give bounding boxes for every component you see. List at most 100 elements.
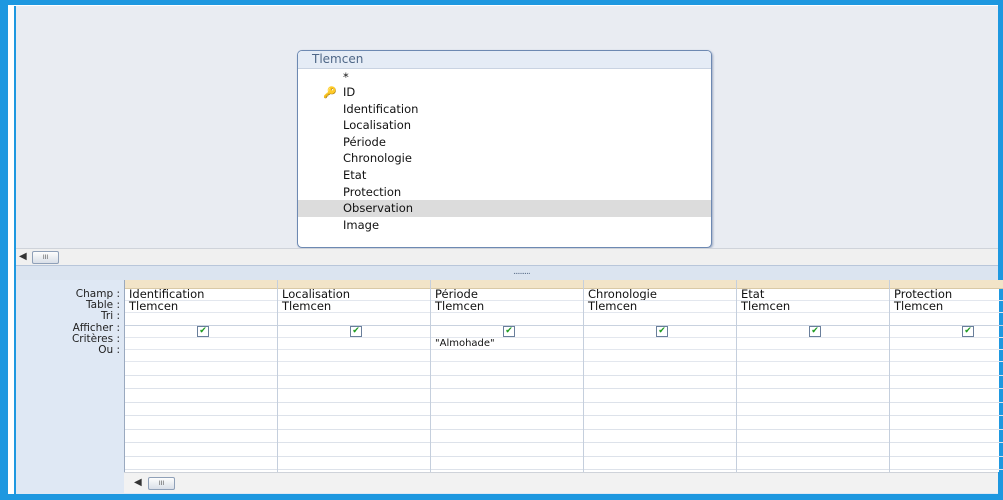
empty-criteria-row[interactable] bbox=[737, 389, 889, 403]
champ-cell[interactable]: Chronologie bbox=[584, 289, 736, 302]
column-selector[interactable] bbox=[890, 280, 1003, 289]
empty-criteria-row[interactable] bbox=[431, 376, 583, 390]
afficher-cell[interactable]: ✔ bbox=[431, 325, 583, 338]
tri-cell[interactable] bbox=[737, 313, 889, 326]
criteres-cell[interactable] bbox=[278, 338, 430, 350]
empty-criteria-row[interactable] bbox=[431, 416, 583, 430]
afficher-cell[interactable]: ✔ bbox=[125, 325, 277, 338]
empty-criteria-row[interactable] bbox=[584, 403, 736, 417]
empty-criteria-row[interactable] bbox=[584, 443, 736, 457]
table-cell[interactable]: Tlemcen bbox=[584, 301, 736, 314]
ou-cell[interactable] bbox=[890, 350, 1003, 363]
empty-criteria-row[interactable] bbox=[890, 416, 1003, 430]
empty-criteria-row[interactable] bbox=[890, 389, 1003, 403]
scroll-thumb[interactable]: III bbox=[32, 251, 59, 264]
empty-criteria-row[interactable] bbox=[431, 457, 583, 471]
grid-column[interactable]: Identification Tlemcen ✔ bbox=[125, 280, 278, 472]
column-selector[interactable] bbox=[737, 280, 889, 289]
tri-cell[interactable] bbox=[584, 313, 736, 326]
show-checkbox[interactable]: ✔ bbox=[962, 325, 974, 337]
afficher-cell[interactable]: ✔ bbox=[278, 325, 430, 338]
column-selector[interactable] bbox=[278, 280, 430, 289]
empty-criteria-row[interactable] bbox=[278, 430, 430, 444]
table-cell[interactable]: Tlemcen bbox=[125, 301, 277, 314]
empty-criteria-row[interactable] bbox=[278, 457, 430, 471]
criteres-cell[interactable]: "Almohade" bbox=[431, 338, 583, 350]
champ-cell[interactable]: Localisation bbox=[278, 289, 430, 302]
show-checkbox[interactable]: ✔ bbox=[809, 325, 821, 337]
empty-criteria-row[interactable] bbox=[737, 403, 889, 417]
table-cell[interactable]: Tlemcen bbox=[431, 301, 583, 314]
afficher-cell[interactable]: ✔ bbox=[737, 325, 889, 338]
grid-scroll-thumb[interactable]: III bbox=[148, 477, 175, 490]
empty-criteria-row[interactable] bbox=[125, 362, 277, 376]
column-selector[interactable] bbox=[431, 280, 583, 289]
empty-criteria-row[interactable] bbox=[278, 403, 430, 417]
field-item[interactable]: Identification bbox=[298, 101, 711, 118]
grid-scroll-left-arrow-icon[interactable]: ◀ bbox=[134, 477, 142, 488]
show-checkbox[interactable]: ✔ bbox=[503, 325, 515, 337]
empty-criteria-row[interactable] bbox=[737, 362, 889, 376]
empty-criteria-row[interactable] bbox=[737, 430, 889, 444]
empty-criteria-row[interactable] bbox=[584, 457, 736, 471]
scroll-left-arrow-icon[interactable]: ◀ bbox=[19, 251, 27, 262]
empty-criteria-row[interactable] bbox=[890, 457, 1003, 471]
field-item[interactable]: Image bbox=[298, 217, 711, 234]
field-item[interactable]: Observation bbox=[298, 200, 711, 217]
ou-cell[interactable] bbox=[431, 350, 583, 363]
tri-cell[interactable] bbox=[278, 313, 430, 326]
empty-criteria-row[interactable] bbox=[278, 443, 430, 457]
empty-criteria-row[interactable] bbox=[584, 376, 736, 390]
empty-criteria-row[interactable] bbox=[890, 362, 1003, 376]
empty-criteria-row[interactable] bbox=[278, 416, 430, 430]
champ-cell[interactable]: Période bbox=[431, 289, 583, 302]
table-title[interactable]: Tlemcen bbox=[298, 51, 711, 69]
empty-criteria-row[interactable] bbox=[278, 362, 430, 376]
grid-horizontal-scrollbar[interactable]: ◀ III bbox=[124, 472, 998, 493]
empty-criteria-row[interactable] bbox=[584, 389, 736, 403]
field-item[interactable]: 🔑 ID bbox=[298, 84, 711, 101]
empty-criteria-row[interactable] bbox=[584, 416, 736, 430]
ou-cell[interactable] bbox=[278, 350, 430, 363]
empty-criteria-row[interactable] bbox=[737, 376, 889, 390]
empty-criteria-row[interactable] bbox=[125, 403, 277, 417]
empty-criteria-row[interactable] bbox=[890, 376, 1003, 390]
empty-criteria-row[interactable] bbox=[584, 430, 736, 444]
empty-criteria-row[interactable] bbox=[737, 457, 889, 471]
query-design-grid[interactable]: Identification Tlemcen ✔ Localisation Tlemce… bbox=[124, 280, 1003, 472]
field-item[interactable]: Protection bbox=[298, 184, 711, 201]
empty-criteria-row[interactable] bbox=[125, 443, 277, 457]
pane-splitter[interactable]: ......... bbox=[16, 265, 998, 281]
empty-criteria-row[interactable] bbox=[125, 430, 277, 444]
champ-cell[interactable]: Identification bbox=[125, 289, 277, 302]
empty-criteria-row[interactable] bbox=[431, 443, 583, 457]
grid-column[interactable]: Protection Tlemcen ✔ bbox=[890, 280, 1003, 472]
tri-cell[interactable] bbox=[125, 313, 277, 326]
table-list-tlemcen[interactable]: Tlemcen * 🔑 ID Identification Localisation Pé… bbox=[297, 50, 712, 248]
tri-cell[interactable] bbox=[890, 313, 1003, 326]
tri-cell[interactable] bbox=[431, 313, 583, 326]
empty-criteria-row[interactable] bbox=[890, 403, 1003, 417]
field-item[interactable]: Localisation bbox=[298, 117, 711, 134]
champ-cell[interactable]: Etat bbox=[737, 289, 889, 302]
empty-criteria-row[interactable] bbox=[125, 389, 277, 403]
grid-column[interactable]: Chronologie Tlemcen ✔ bbox=[584, 280, 737, 472]
empty-criteria-row[interactable] bbox=[125, 376, 277, 390]
column-selector[interactable] bbox=[125, 280, 277, 289]
criteres-cell[interactable] bbox=[584, 338, 736, 350]
empty-criteria-row[interactable] bbox=[431, 403, 583, 417]
empty-criteria-row[interactable] bbox=[431, 362, 583, 376]
champ-cell[interactable]: Protection bbox=[890, 289, 1003, 302]
upper-horizontal-scrollbar[interactable]: ◀ III bbox=[16, 248, 998, 265]
ou-cell[interactable] bbox=[737, 350, 889, 363]
grid-column[interactable]: Période Tlemcen ✔ "Almohade" bbox=[431, 280, 584, 472]
ou-cell[interactable] bbox=[125, 350, 277, 363]
criteres-cell[interactable] bbox=[737, 338, 889, 350]
splitter-grip-icon[interactable]: ......... bbox=[513, 267, 531, 277]
empty-criteria-row[interactable] bbox=[125, 457, 277, 471]
afficher-cell[interactable]: ✔ bbox=[890, 325, 1003, 338]
afficher-cell[interactable]: ✔ bbox=[584, 325, 736, 338]
table-cell[interactable]: Tlemcen bbox=[737, 301, 889, 314]
empty-criteria-row[interactable] bbox=[737, 443, 889, 457]
empty-criteria-row[interactable] bbox=[890, 430, 1003, 444]
